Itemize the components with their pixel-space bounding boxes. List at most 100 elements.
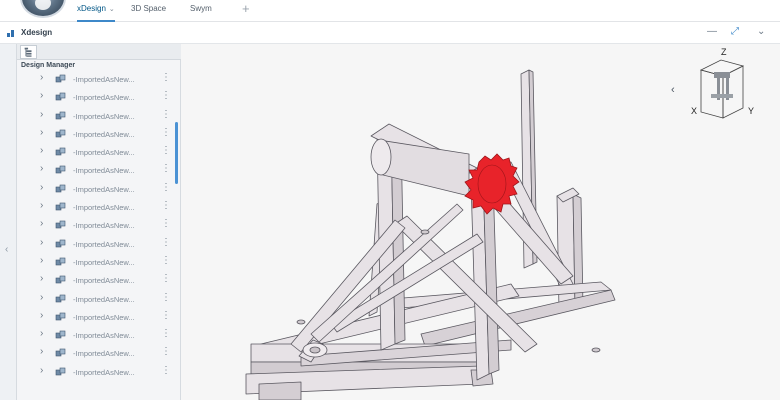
chevron-right-icon[interactable]: › (40, 365, 43, 376)
collapse-button[interactable]: ⤢ (731, 26, 739, 37)
part-icon (55, 129, 66, 138)
tree-row[interactable]: › -ImportedAsNew... ⋮ (17, 216, 181, 234)
more-vertical-icon[interactable]: ⋮ (161, 127, 171, 139)
tree-row[interactable]: › -ImportedAsNew... ⋮ (17, 107, 181, 125)
more-vertical-icon[interactable]: ⋮ (161, 145, 171, 157)
more-vertical-icon[interactable]: ⋮ (161, 237, 171, 249)
axis-y-label: Y (748, 106, 755, 116)
more-vertical-icon[interactable]: ⋮ (161, 346, 171, 358)
tree-row-label: -ImportedAsNew... (73, 239, 135, 249)
tree-row[interactable]: › -ImportedAsNew... ⋮ (17, 161, 181, 179)
compass-icon[interactable] (20, 0, 66, 18)
more-vertical-icon[interactable]: ⋮ (161, 182, 171, 194)
view-cube-icon[interactable] (681, 48, 776, 128)
add-tab-button[interactable]: + (242, 1, 250, 16)
tree-row-label: -ImportedAsNew... (73, 257, 135, 267)
design-manager-panel: Design Manager › -ImportedAsNew... ⋮ › -Impo… (17, 44, 181, 400)
tree-row-label: -ImportedAsNew... (73, 203, 135, 213)
tree-row-label: -ImportedAsNew... (73, 349, 135, 359)
chevron-right-icon[interactable]: › (40, 292, 43, 303)
more-vertical-icon[interactable]: ⋮ (161, 328, 171, 340)
part-icon (55, 367, 66, 376)
chevron-left-icon[interactable]: ‹ (671, 84, 675, 96)
part-icon (55, 74, 66, 83)
part-icon (55, 294, 66, 302)
chevron-right-icon[interactable]: › (40, 145, 43, 156)
more-vertical-icon[interactable]: ⋮ (161, 310, 171, 322)
view-navigation-cube[interactable]: ‹ Z X Y (671, 47, 776, 128)
part-icon (55, 147, 66, 156)
tree-row[interactable]: › -ImportedAsNew... ⋮ (17, 143, 181, 161)
chevron-right-icon[interactable]: › (40, 72, 43, 83)
chevron-right-icon[interactable]: › (40, 127, 43, 138)
part-icon (55, 92, 66, 101)
panel-scrollbar[interactable] (175, 122, 178, 184)
chevron-right-icon[interactable]: › (40, 218, 43, 229)
tree-row[interactable]: › -ImportedAsNew... ⋮ (17, 180, 181, 198)
more-vertical-icon[interactable]: ⋮ (161, 292, 171, 304)
chevron-right-icon[interactable]: › (40, 163, 43, 174)
part-icon (55, 202, 66, 211)
tab-swym[interactable]: Swym (190, 4, 212, 22)
tree-row[interactable]: › -ImportedAsNew... ⋮ (17, 326, 181, 344)
chevron-right-icon[interactable]: › (40, 200, 43, 211)
tree-row[interactable]: › -ImportedAsNew... ⋮ (17, 235, 181, 253)
part-icon (55, 184, 66, 193)
chevron-right-icon[interactable]: › (40, 109, 43, 120)
more-vertical-icon[interactable]: ⋮ (161, 365, 171, 377)
chevron-right-icon[interactable]: › (40, 346, 43, 357)
part-icon (55, 239, 66, 247)
chevron-right-icon[interactable]: › (40, 310, 43, 321)
xdesign-app-icon (6, 28, 16, 38)
chevron-right-icon[interactable]: › (40, 90, 43, 101)
tree-row-label: -ImportedAsNew... (73, 312, 135, 322)
chevron-right-icon[interactable]: › (40, 328, 43, 339)
tree-row[interactable]: › -ImportedAsNew... ⋮ (17, 271, 181, 289)
chevron-right-icon[interactable]: › (40, 255, 43, 266)
part-icon (55, 257, 66, 266)
top-app-bar: xDesign ⌄ 3D Space Swym + (0, 0, 780, 22)
more-vertical-icon[interactable]: ⋮ (161, 273, 171, 285)
tree-row[interactable]: › -ImportedAsNew... ⋮ (17, 344, 181, 362)
chevron-down-icon[interactable]: ⌄ (109, 6, 115, 13)
tree-row-label: -ImportedAsNew... (73, 221, 135, 231)
minimize-button[interactable]: — (707, 26, 717, 37)
more-vertical-icon[interactable]: ⋮ (161, 200, 171, 212)
more-vertical-icon[interactable]: ⋮ (161, 72, 171, 84)
tree-row-label: -ImportedAsNew... (73, 367, 135, 377)
tree-row[interactable]: › -ImportedAsNew... ⋮ (17, 70, 181, 88)
tab-3d-space[interactable]: 3D Space (131, 4, 166, 22)
tree-row[interactable]: › -ImportedAsNew... ⋮ (17, 253, 181, 271)
tree-row[interactable]: › -ImportedAsNew... ⋮ (17, 308, 181, 326)
chevron-right-icon[interactable]: › (40, 182, 43, 193)
tree-row-label: -ImportedAsNew... (73, 93, 135, 103)
part-icon (55, 221, 66, 229)
part-icon (55, 312, 66, 321)
tree-icon[interactable] (20, 45, 37, 59)
tree-row[interactable]: › -ImportedAsNew... ⋮ (17, 290, 181, 308)
chevron-left-icon[interactable]: ‹ (5, 244, 8, 255)
part-icon (55, 166, 66, 174)
tree-row-label: -ImportedAsNew... (73, 276, 135, 286)
more-vertical-icon[interactable]: ⋮ (161, 90, 171, 102)
chevron-right-icon[interactable]: › (40, 237, 43, 248)
panel-collapse-strip[interactable]: ‹ (0, 44, 17, 400)
more-vertical-icon[interactable]: ⋮ (161, 163, 171, 175)
panel-title: Design Manager (21, 62, 76, 69)
tree-row-label: -ImportedAsNew... (73, 148, 135, 158)
chevron-right-icon[interactable]: › (40, 273, 43, 284)
tree-row[interactable]: › -ImportedAsNew... ⋮ (17, 125, 181, 143)
3d-viewport[interactable]: ‹ Z X Y (181, 44, 780, 400)
more-vertical-icon[interactable]: ⋮ (161, 109, 171, 121)
more-vertical-icon[interactable]: ⋮ (161, 255, 171, 267)
tab-xdesign[interactable]: xDesign ⌄ (77, 4, 115, 22)
tree-row[interactable]: › -ImportedAsNew... ⋮ (17, 88, 181, 106)
tree-row[interactable]: › -ImportedAsNew... ⋮ (17, 363, 181, 381)
app-title: Xdesign (21, 28, 53, 37)
more-vertical-icon[interactable]: ⋮ (161, 218, 171, 230)
window-menu-button[interactable]: ⌄ (757, 26, 765, 37)
part-icon (55, 349, 66, 357)
tree-row-label: -ImportedAsNew... (73, 75, 135, 84)
tree-row[interactable]: › -ImportedAsNew... ⋮ (17, 198, 181, 216)
tree-row-label: -ImportedAsNew... (73, 129, 135, 139)
